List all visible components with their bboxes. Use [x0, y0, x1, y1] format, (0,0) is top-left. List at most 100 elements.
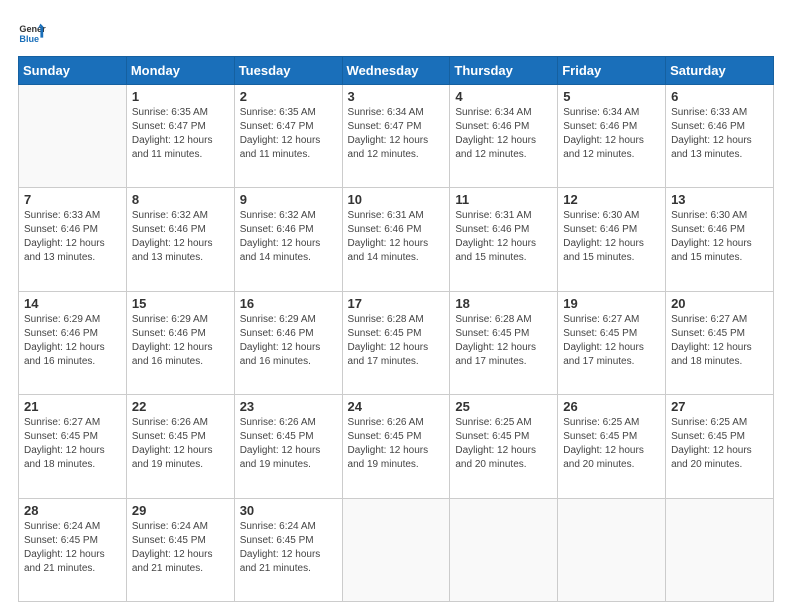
day-number: 10 — [348, 192, 445, 207]
day-info: Sunrise: 6:34 AM Sunset: 6:47 PM Dayligh… — [348, 106, 445, 162]
day-info: Sunrise: 6:25 AM Sunset: 6:45 PM Dayligh… — [563, 416, 660, 472]
col-header-sunday: Sunday — [19, 57, 127, 85]
calendar-day-6: 6Sunrise: 6:33 AM Sunset: 6:46 PM Daylig… — [666, 85, 774, 188]
calendar-day-12: 12Sunrise: 6:30 AM Sunset: 6:46 PM Dayli… — [558, 188, 666, 291]
calendar-table: SundayMondayTuesdayWednesdayThursdayFrid… — [18, 56, 774, 602]
calendar-day-30: 30 Sunrise: 6:24 AM Sunset: 6:45 PM Dayli… — [234, 498, 342, 601]
day-number: 15 — [132, 296, 229, 311]
day-info: Sunrise: 6:24 AM Sunset: 6:45 PM Dayligh… — [240, 520, 337, 576]
calendar-day-14: 14 Sunrise: 6:29 AM Sunset: 6:46 PM Dayli… — [19, 291, 127, 394]
calendar-day-13: 13 Sunrise: 6:30 AM Sunset: 6:46 PM Dayli… — [666, 188, 774, 291]
calendar-day-4: 4 Sunrise: 6:34 AM Sunset: 6:46 PM Daylig… — [450, 85, 558, 188]
page: General Blue SundayMondayTuesdayWednesda… — [0, 0, 792, 612]
day-info: Sunrise: 6:29 AM Sunset: 6:46 PM Dayligh… — [132, 313, 229, 369]
col-header-thursday: Thursday — [450, 57, 558, 85]
calendar-week-row: 14 Sunrise: 6:29 AM Sunset: 6:46 PM Dayli… — [19, 291, 774, 394]
day-number: 11 — [455, 192, 552, 207]
col-header-friday: Friday — [558, 57, 666, 85]
col-header-tuesday: Tuesday — [234, 57, 342, 85]
day-number: 3 — [348, 89, 445, 104]
col-header-wednesday: Wednesday — [342, 57, 450, 85]
day-info: Sunrise: 6:28 AM Sunset: 6:45 PM Dayligh… — [348, 313, 445, 369]
day-info: Sunrise: 6:27 AM Sunset: 6:45 PM Dayligh… — [24, 416, 121, 472]
day-number: 24 — [348, 399, 445, 414]
calendar-day-15: 15 Sunrise: 6:29 AM Sunset: 6:46 PM Dayli… — [126, 291, 234, 394]
calendar-week-row: 21Sunrise: 6:27 AM Sunset: 6:45 PM Dayli… — [19, 395, 774, 498]
day-number: 17 — [348, 296, 445, 311]
day-info: Sunrise: 6:29 AM Sunset: 6:46 PM Dayligh… — [24, 313, 121, 369]
day-number: 9 — [240, 192, 337, 207]
calendar-day-16: 16 Sunrise: 6:29 AM Sunset: 6:46 PM Dayli… — [234, 291, 342, 394]
day-number: 29 — [132, 503, 229, 518]
logo: General Blue — [18, 18, 46, 46]
calendar-day-23: 23Sunrise: 6:26 AM Sunset: 6:45 PM Dayli… — [234, 395, 342, 498]
logo-icon: General Blue — [18, 18, 46, 46]
header: General Blue — [18, 18, 774, 46]
calendar-day-27: 27 Sunrise: 6:25 AM Sunset: 6:45 PM Dayli… — [666, 395, 774, 498]
day-number: 25 — [455, 399, 552, 414]
calendar-week-row: 28 Sunrise: 6:24 AM Sunset: 6:45 PM Dayli… — [19, 498, 774, 601]
day-info: Sunrise: 6:34 AM Sunset: 6:46 PM Dayligh… — [563, 106, 660, 162]
day-number: 27 — [671, 399, 768, 414]
calendar-day-5: 5 Sunrise: 6:34 AM Sunset: 6:46 PM Daylig… — [558, 85, 666, 188]
empty-cell — [342, 498, 450, 601]
day-number: 8 — [132, 192, 229, 207]
day-number: 2 — [240, 89, 337, 104]
empty-cell — [19, 85, 127, 188]
calendar-week-row: 1 Sunrise: 6:35 AM Sunset: 6:47 PM Daylig… — [19, 85, 774, 188]
day-number: 23 — [240, 399, 337, 414]
day-info: Sunrise: 6:25 AM Sunset: 6:45 PM Dayligh… — [671, 416, 768, 472]
calendar-header-row: SundayMondayTuesdayWednesdayThursdayFrid… — [19, 57, 774, 85]
day-number: 28 — [24, 503, 121, 518]
day-info: Sunrise: 6:25 AM Sunset: 6:45 PM Dayligh… — [455, 416, 552, 472]
empty-cell — [666, 498, 774, 601]
day-info: Sunrise: 6:31 AM Sunset: 6:46 PM Dayligh… — [455, 209, 552, 265]
day-info: Sunrise: 6:27 AM Sunset: 6:45 PM Dayligh… — [563, 313, 660, 369]
day-number: 6 — [671, 89, 768, 104]
day-info: Sunrise: 6:30 AM Sunset: 6:46 PM Dayligh… — [563, 209, 660, 265]
day-number: 19 — [563, 296, 660, 311]
col-header-monday: Monday — [126, 57, 234, 85]
day-number: 14 — [24, 296, 121, 311]
day-info: Sunrise: 6:24 AM Sunset: 6:45 PM Dayligh… — [132, 520, 229, 576]
calendar-day-3: 3 Sunrise: 6:34 AM Sunset: 6:47 PM Daylig… — [342, 85, 450, 188]
day-info: Sunrise: 6:26 AM Sunset: 6:45 PM Dayligh… — [132, 416, 229, 472]
day-number: 4 — [455, 89, 552, 104]
day-info: Sunrise: 6:28 AM Sunset: 6:45 PM Dayligh… — [455, 313, 552, 369]
calendar-day-24: 24Sunrise: 6:26 AM Sunset: 6:45 PM Dayli… — [342, 395, 450, 498]
day-info: Sunrise: 6:24 AM Sunset: 6:45 PM Dayligh… — [24, 520, 121, 576]
day-info: Sunrise: 6:32 AM Sunset: 6:46 PM Dayligh… — [240, 209, 337, 265]
day-number: 1 — [132, 89, 229, 104]
day-info: Sunrise: 6:31 AM Sunset: 6:46 PM Dayligh… — [348, 209, 445, 265]
day-number: 18 — [455, 296, 552, 311]
day-number: 30 — [240, 503, 337, 518]
calendar-day-26: 26 Sunrise: 6:25 AM Sunset: 6:45 PM Dayli… — [558, 395, 666, 498]
day-info: Sunrise: 6:29 AM Sunset: 6:46 PM Dayligh… — [240, 313, 337, 369]
empty-cell — [450, 498, 558, 601]
calendar-day-25: 25 Sunrise: 6:25 AM Sunset: 6:45 PM Dayli… — [450, 395, 558, 498]
calendar-day-19: 19 Sunrise: 6:27 AM Sunset: 6:45 PM Dayli… — [558, 291, 666, 394]
calendar-day-1: 1 Sunrise: 6:35 AM Sunset: 6:47 PM Daylig… — [126, 85, 234, 188]
day-number: 7 — [24, 192, 121, 207]
calendar-day-28: 28 Sunrise: 6:24 AM Sunset: 6:45 PM Dayli… — [19, 498, 127, 601]
svg-text:Blue: Blue — [19, 34, 39, 44]
calendar-day-2: 2Sunrise: 6:35 AM Sunset: 6:47 PM Daylig… — [234, 85, 342, 188]
day-number: 5 — [563, 89, 660, 104]
calendar-day-20: 20Sunrise: 6:27 AM Sunset: 6:45 PM Dayli… — [666, 291, 774, 394]
day-info: Sunrise: 6:30 AM Sunset: 6:46 PM Dayligh… — [671, 209, 768, 265]
calendar-day-29: 29 Sunrise: 6:24 AM Sunset: 6:45 PM Dayli… — [126, 498, 234, 601]
day-number: 13 — [671, 192, 768, 207]
calendar-week-row: 7Sunrise: 6:33 AM Sunset: 6:46 PM Daylig… — [19, 188, 774, 291]
calendar-day-8: 8 Sunrise: 6:32 AM Sunset: 6:46 PM Daylig… — [126, 188, 234, 291]
calendar-day-18: 18 Sunrise: 6:28 AM Sunset: 6:45 PM Dayli… — [450, 291, 558, 394]
calendar-day-21: 21Sunrise: 6:27 AM Sunset: 6:45 PM Dayli… — [19, 395, 127, 498]
day-info: Sunrise: 6:35 AM Sunset: 6:47 PM Dayligh… — [132, 106, 229, 162]
calendar-day-11: 11 Sunrise: 6:31 AM Sunset: 6:46 PM Dayli… — [450, 188, 558, 291]
calendar-day-7: 7Sunrise: 6:33 AM Sunset: 6:46 PM Daylig… — [19, 188, 127, 291]
day-info: Sunrise: 6:27 AM Sunset: 6:45 PM Dayligh… — [671, 313, 768, 369]
day-info: Sunrise: 6:32 AM Sunset: 6:46 PM Dayligh… — [132, 209, 229, 265]
day-info: Sunrise: 6:34 AM Sunset: 6:46 PM Dayligh… — [455, 106, 552, 162]
day-number: 16 — [240, 296, 337, 311]
calendar-day-17: 17 Sunrise: 6:28 AM Sunset: 6:45 PM Dayli… — [342, 291, 450, 394]
day-number: 26 — [563, 399, 660, 414]
